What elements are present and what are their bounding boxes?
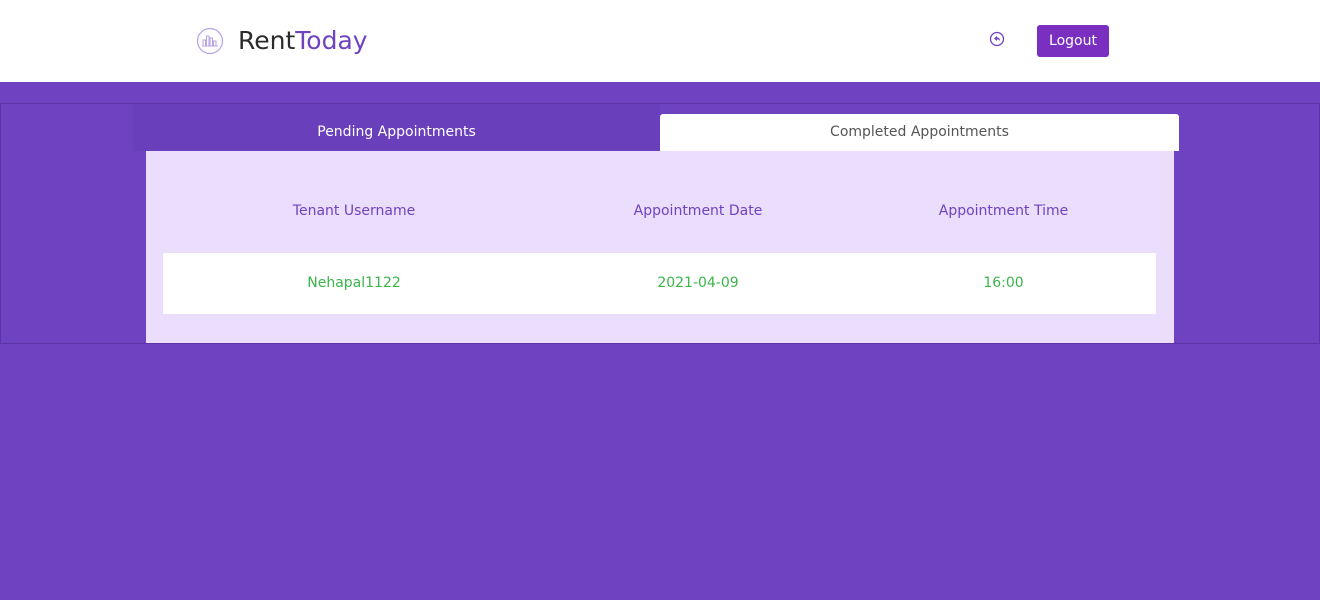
cell-tenant-username: Nehapal1122 bbox=[307, 275, 401, 291]
table-row: Nehapal1122 2021-04-09 16:00 bbox=[163, 253, 1156, 314]
tab-pending-appointments[interactable]: Pending Appointments bbox=[133, 104, 660, 151]
brand-name: RentToday bbox=[238, 24, 368, 58]
appointments-panel bbox=[146, 151, 1174, 343]
logout-button[interactable]: Logout bbox=[1037, 25, 1109, 57]
column-header-tenant-username: Tenant Username bbox=[292, 203, 416, 219]
cell-appointment-date: 2021-04-09 bbox=[657, 275, 739, 291]
brand-link[interactable]: RentToday bbox=[196, 24, 368, 58]
tab-completed-appointments[interactable]: Completed Appointments bbox=[660, 114, 1179, 151]
brand-name-part2: Today bbox=[295, 26, 368, 55]
table-header-row: Tenant Username Appointment Date Appoint… bbox=[163, 196, 1156, 226]
city-skyline-icon bbox=[196, 27, 224, 55]
brand-name-part1: Rent bbox=[238, 26, 296, 55]
cell-appointment-time: 16:00 bbox=[983, 275, 1024, 291]
top-navbar: RentToday Logout bbox=[0, 0, 1320, 82]
column-header-appointment-time: Appointment Time bbox=[938, 203, 1069, 219]
back-arrow-icon[interactable] bbox=[989, 31, 1005, 47]
column-header-appointment-date: Appointment Date bbox=[633, 203, 763, 219]
